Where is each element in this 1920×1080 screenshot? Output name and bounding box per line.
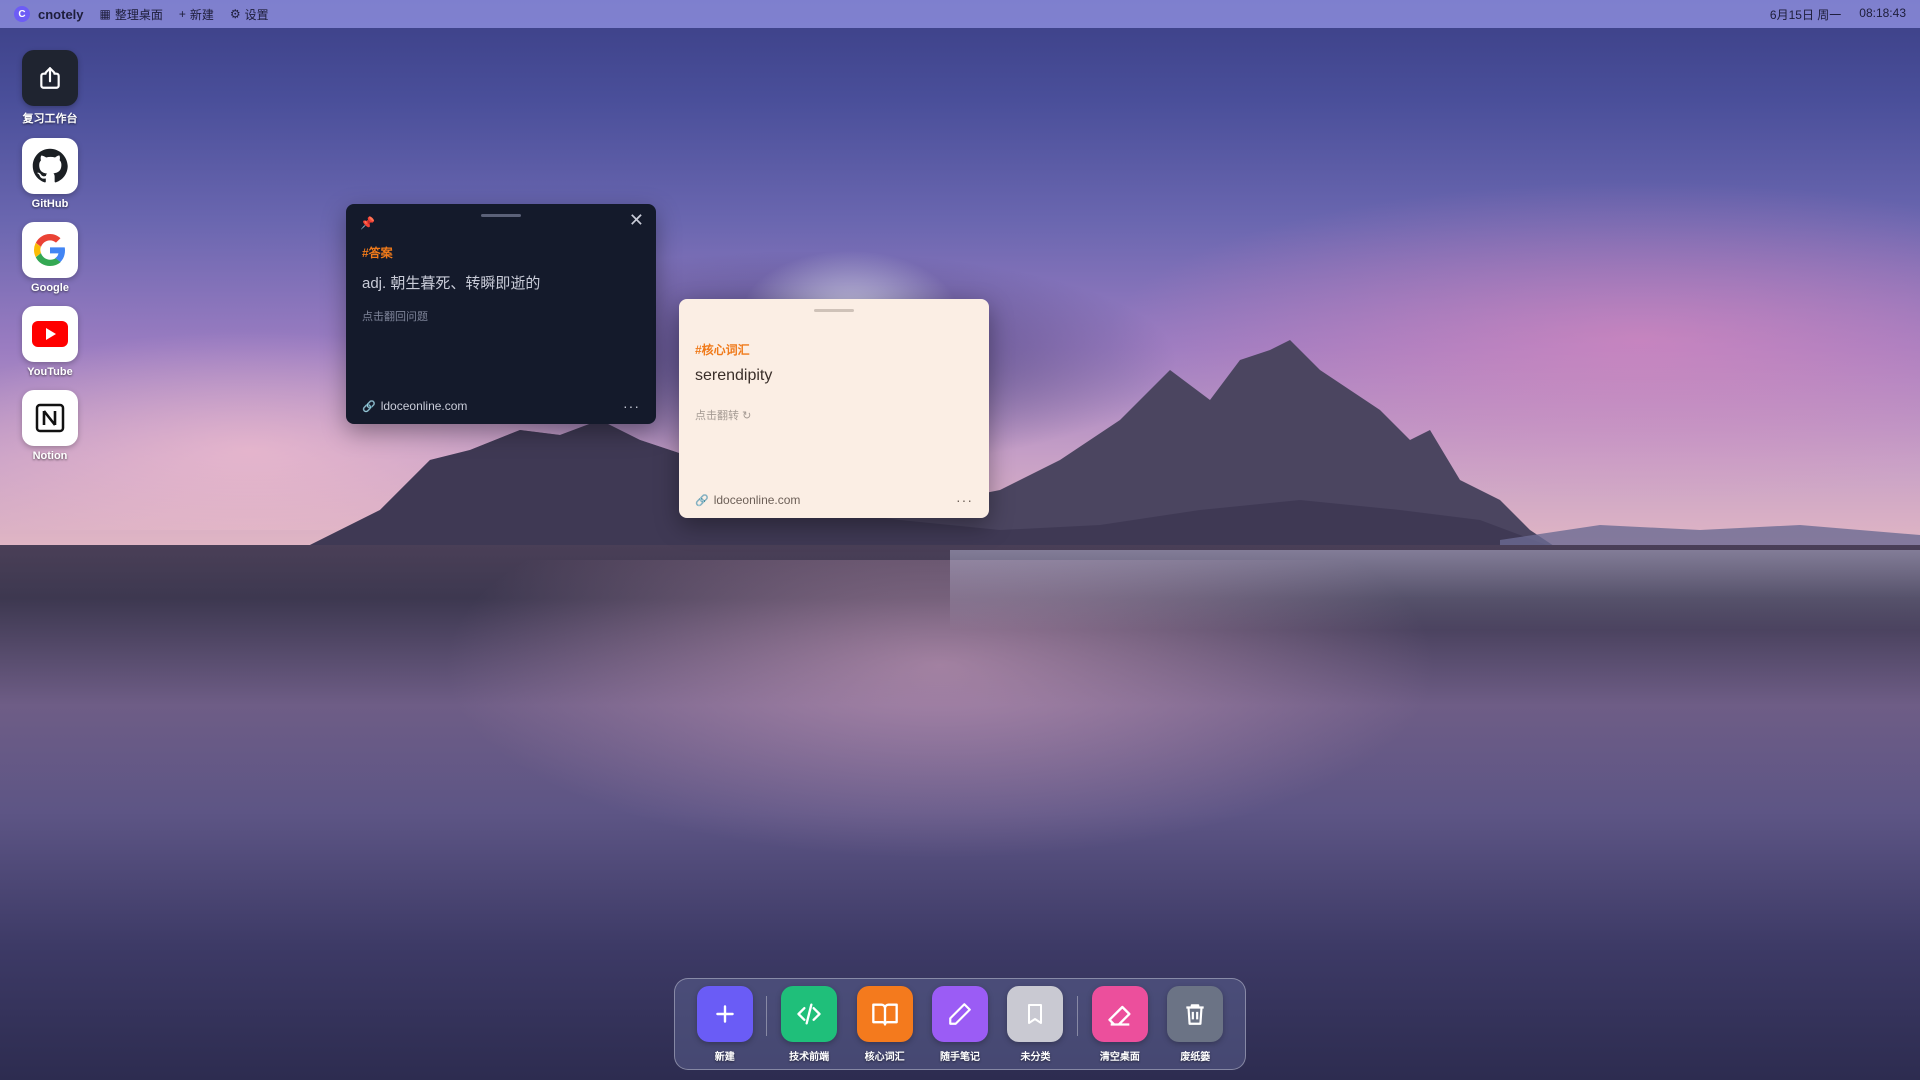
dock-separator (766, 996, 768, 1036)
notion-icon (22, 390, 78, 446)
shortcut-label: YouTube (27, 366, 73, 378)
note-card-word[interactable]: #核心词汇 serendipity 点击翻转 ↻ 🔗 ldoceonline.c… (679, 299, 989, 518)
dock-label: 随手笔记 (940, 1051, 981, 1063)
dock-clear-desktop[interactable]: 清空桌面 (1088, 985, 1151, 1063)
menu-label: 新建 (189, 7, 214, 22)
plus-icon (696, 985, 753, 1042)
flip-hint[interactable]: 点击翻转 ↻ (695, 407, 751, 423)
dock-trash[interactable]: 废纸篓 (1164, 985, 1227, 1063)
menu-organize-desktop[interactable]: ▦ 整理桌面 (100, 6, 163, 23)
shortcut-label: GitHub (31, 198, 69, 210)
dock-quick-notes[interactable]: 随手笔记 (928, 985, 991, 1063)
flip-back-hint[interactable]: 点击翻回问题 (362, 308, 428, 324)
dock-label: 清空桌面 (1099, 1051, 1140, 1063)
github-icon (22, 138, 78, 194)
export-icon (22, 50, 78, 106)
shortcut-github[interactable]: GitHub (18, 138, 82, 210)
card-word-text: serendipity (695, 367, 773, 384)
app-logo[interactable]: C (14, 6, 30, 22)
dock-label: 核心词汇 (864, 1051, 905, 1063)
shortcut-review-workbench[interactable]: 复习工作台 (18, 50, 82, 126)
flip-hint-label: 点击翻转 (695, 410, 739, 422)
card-tag: #核心词汇 (695, 343, 750, 357)
shortcut-label: 复习工作台 (22, 113, 78, 125)
dock-core-vocab[interactable]: 核心词汇 (853, 985, 916, 1063)
bookmark-icon (1007, 985, 1064, 1042)
code-icon (781, 985, 838, 1042)
dock-label: 技术前端 (789, 1051, 830, 1063)
grid-icon: ▦ (99, 7, 111, 21)
top-menu-bar: C cnotely ▦ 整理桌面 + 新建 ⚙ 设置 6月15日 周一 08:1… (0, 0, 1920, 28)
drag-handle[interactable] (814, 309, 854, 312)
card-tag: #答案 (362, 246, 393, 260)
menu-settings[interactable]: ⚙ 设置 (230, 6, 269, 23)
shortcut-notion[interactable]: Notion (18, 390, 82, 462)
dock-separator (1077, 996, 1079, 1036)
more-icon[interactable]: ··· (956, 492, 973, 508)
dock-label: 未分类 (1020, 1051, 1051, 1063)
google-icon (22, 222, 78, 278)
link-icon: 🔗 (362, 400, 376, 413)
dock-label: 废纸篓 (1180, 1051, 1211, 1063)
drag-handle[interactable] (481, 214, 521, 217)
dock-label: 新建 (714, 1051, 735, 1063)
card-answer-text: adj. 朝生暮死、转瞬即逝的 (362, 275, 541, 292)
menu-label: 设置 (244, 7, 269, 22)
source-link[interactable]: ldoceonline.com (381, 399, 468, 413)
dock-new[interactable]: 新建 (693, 985, 756, 1063)
plus-icon: + (178, 7, 186, 21)
refresh-icon: ↻ (742, 410, 752, 422)
youtube-icon (22, 306, 78, 362)
pencil-icon (932, 985, 989, 1042)
dock-uncategorized[interactable]: 未分类 (1004, 985, 1067, 1063)
dock: 新建 技术前端 核心词汇 随手笔记 未分类 清空桌面 废纸篓 (674, 978, 1246, 1070)
shortcut-label: Notion (32, 450, 68, 462)
more-icon[interactable]: ··· (623, 398, 640, 414)
eraser-icon (1091, 985, 1148, 1042)
menu-label: 整理桌面 (114, 7, 163, 22)
app-name[interactable]: cnotely (38, 7, 84, 22)
clock-display: 08:18:43 (1859, 5, 1906, 20)
shortcut-label: Google (31, 282, 69, 294)
desktop-shortcuts: 复习工作台 GitHub Google YouTube Notion (18, 50, 82, 474)
source-link[interactable]: ldoceonline.com (714, 493, 801, 507)
shortcut-google[interactable]: Google (18, 222, 82, 294)
desktop-wallpaper (0, 0, 1920, 1080)
close-icon[interactable]: ✕ (629, 210, 644, 231)
gear-icon: ⚙ (229, 7, 241, 21)
date-display: 6月15日 周一 (1769, 7, 1842, 22)
pin-icon[interactable]: 📌 (360, 216, 375, 230)
menu-new[interactable]: + 新建 (179, 6, 214, 23)
book-icon (856, 985, 913, 1042)
link-icon: 🔗 (695, 494, 709, 507)
dock-tech-frontend[interactable]: 技术前端 (777, 985, 840, 1063)
trash-icon (1167, 985, 1224, 1042)
shortcut-youtube[interactable]: YouTube (18, 306, 82, 378)
note-card-answer[interactable]: 📌 ✕ #答案 adj. 朝生暮死、转瞬即逝的 点击翻回问题 🔗 ldoceon… (346, 204, 656, 424)
